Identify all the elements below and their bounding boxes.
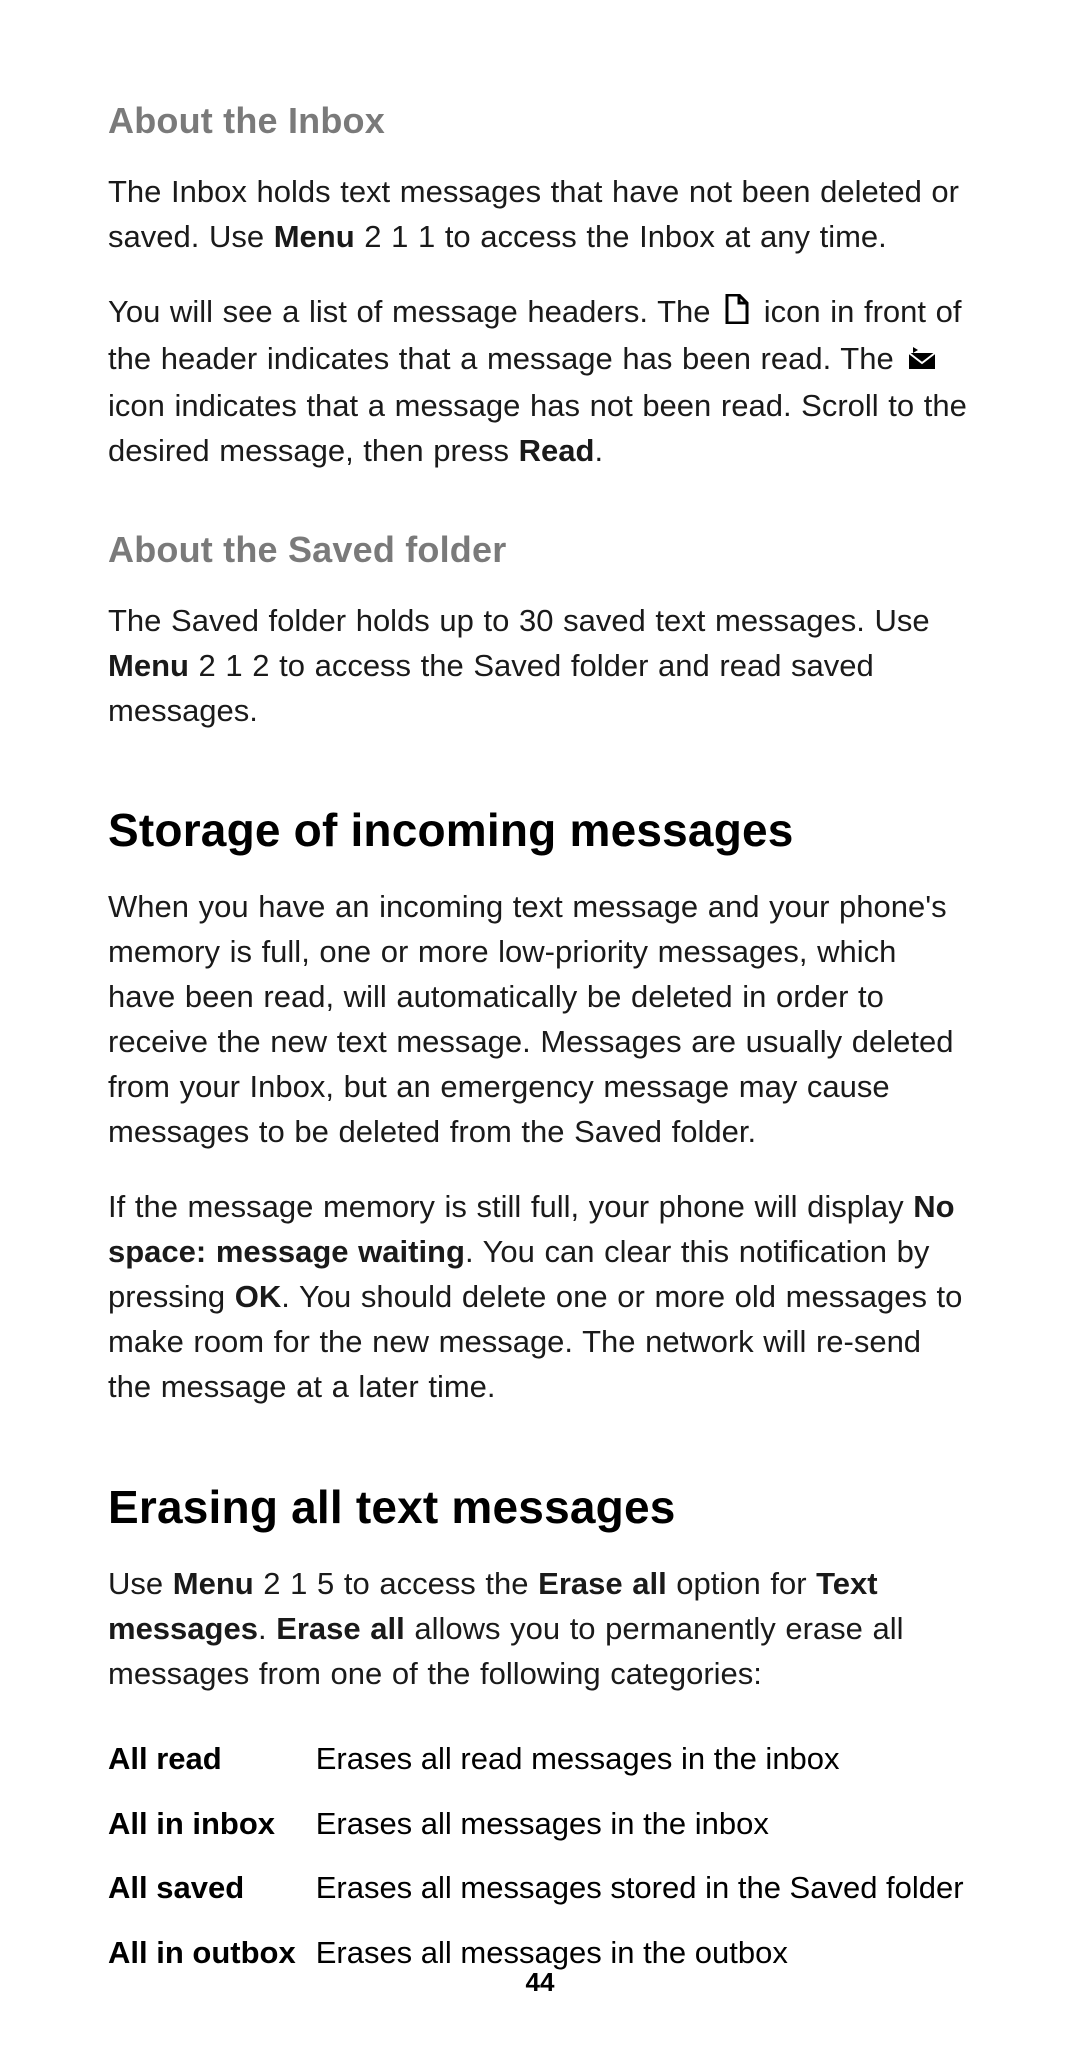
text-bold-eraseall: Erase all — [538, 1566, 667, 1601]
term: All read — [108, 1727, 316, 1792]
paragraph-storage-2: If the message memory is still full, you… — [108, 1185, 972, 1410]
term: All in inbox — [108, 1792, 316, 1857]
heading-about-saved: About the Saved folder — [108, 529, 972, 571]
heading-storage: Storage of incoming messages — [108, 803, 972, 857]
text-bold-eraseall: Erase all — [276, 1611, 405, 1646]
table-row: All in inbox Erases all messages in the … — [108, 1792, 964, 1857]
text: If the message memory is still full, you… — [108, 1189, 913, 1224]
desc: Erases all messages stored in the Saved … — [316, 1856, 964, 1921]
text-bold-menu: Menu — [108, 648, 189, 683]
paragraph-inbox-2: You will see a list of message headers. … — [108, 290, 972, 474]
paragraph-erase-1: Use Menu 2 1 5 to access the Erase all o… — [108, 1562, 972, 1697]
table-row: All saved Erases all messages stored in … — [108, 1856, 964, 1921]
page-number: 44 — [0, 1967, 1080, 1998]
text: 2 1 2 to access the Saved folder and rea… — [108, 648, 874, 728]
text: Use — [108, 1566, 173, 1601]
paragraph-storage-1: When you have an incoming text message a… — [108, 885, 972, 1155]
text: 2 1 1 to access the Inbox at any time. — [355, 219, 887, 254]
text: You will see a list of message headers. … — [108, 294, 720, 329]
text-bold-menu: Menu — [274, 219, 355, 254]
table-row: All read Erases all read messages in the… — [108, 1727, 964, 1792]
text: option for — [667, 1566, 816, 1601]
desc: Erases all read messages in the inbox — [316, 1727, 964, 1792]
erase-options-table: All read Erases all read messages in the… — [108, 1727, 964, 1987]
heading-about-inbox: About the Inbox — [108, 100, 972, 142]
heading-erase: Erasing all text messages — [108, 1480, 972, 1534]
text: . — [594, 433, 603, 468]
unread-message-icon — [907, 339, 937, 384]
text: The Saved folder holds up to 30 saved te… — [108, 603, 930, 638]
text-bold-read: Read — [519, 433, 595, 468]
paragraph-saved-1: The Saved folder holds up to 30 saved te… — [108, 599, 972, 734]
text: 2 1 5 to access the — [254, 1566, 538, 1601]
read-message-icon — [724, 292, 750, 337]
text-bold-ok: OK — [235, 1279, 282, 1314]
term: All saved — [108, 1856, 316, 1921]
page: About the Inbox The Inbox holds text mes… — [0, 0, 1080, 2046]
desc: Erases all messages in the inbox — [316, 1792, 964, 1857]
text-bold-menu: Menu — [173, 1566, 254, 1601]
text: . — [258, 1611, 276, 1646]
paragraph-inbox-1: The Inbox holds text messages that have … — [108, 170, 972, 260]
